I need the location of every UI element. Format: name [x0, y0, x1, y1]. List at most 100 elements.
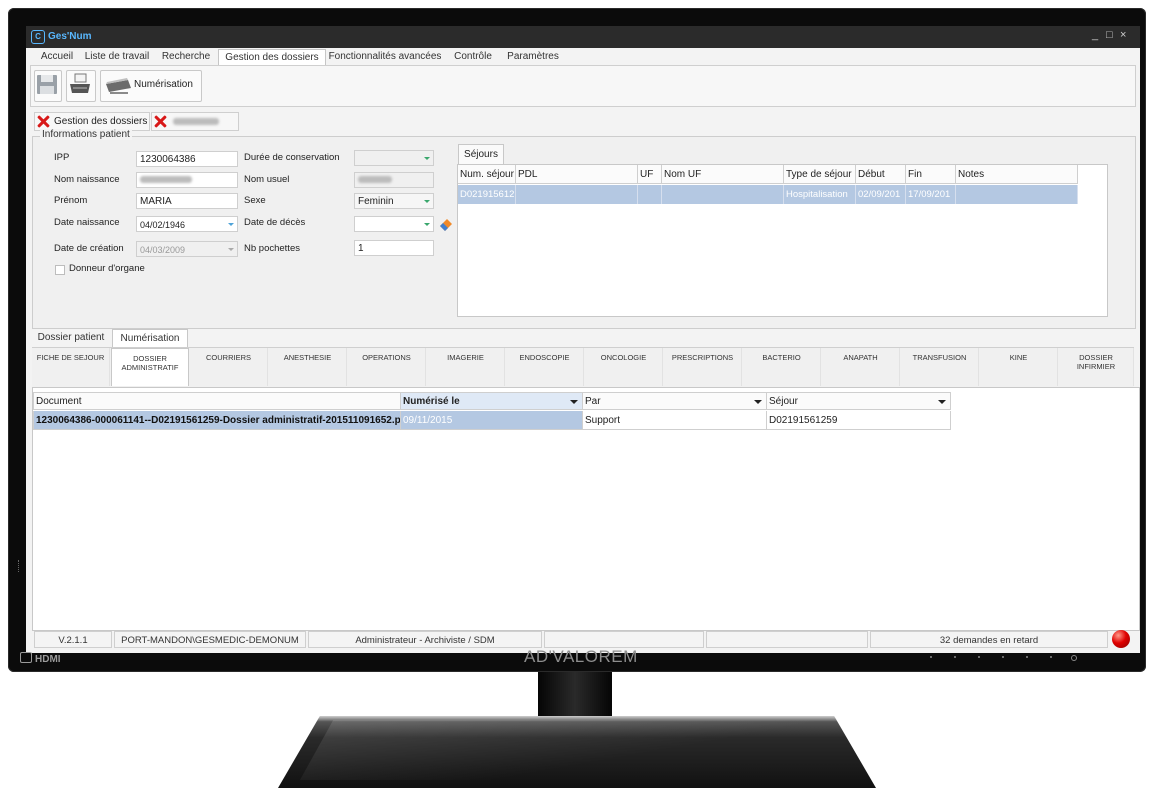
menu-tab-recherche[interactable]: Recherche: [158, 49, 214, 64]
nom-naissance-field[interactable]: [136, 172, 238, 188]
app-logo-icon: C: [31, 30, 45, 44]
date-creation-label: Date de création: [54, 243, 124, 254]
filter-dropdown-icon[interactable]: [754, 400, 762, 404]
sejours-col-type[interactable]: Type de séjour: [784, 165, 856, 184]
table-cell[interactable]: [638, 185, 662, 204]
cat-tab-anapath[interactable]: ANAPATH: [822, 348, 900, 386]
date-naissance-field[interactable]: 04/02/1946: [136, 216, 238, 232]
cat-tab-bacterio[interactable]: BACTERIO: [743, 348, 821, 386]
sejours-col-debut[interactable]: Début: [856, 165, 906, 184]
prenom-field[interactable]: MARIA: [136, 193, 238, 209]
tab-dossier-patient[interactable]: Dossier patient: [34, 329, 108, 347]
cat-tab-transfusion[interactable]: TRANSFUSION: [901, 348, 979, 386]
table-cell[interactable]: [662, 185, 784, 204]
numerisation-label: Numérisation: [134, 79, 193, 90]
monitor-button-dot[interactable]: [930, 656, 932, 658]
close-tab-icon[interactable]: [154, 115, 167, 128]
table-cell[interactable]: 17/09/201: [906, 185, 956, 204]
sejours-col-fin[interactable]: Fin: [906, 165, 956, 184]
menu-tab-liste-de-travail[interactable]: Liste de travail: [82, 49, 152, 64]
cat-tab-imagerie[interactable]: IMAGERIE: [427, 348, 505, 386]
status-late-requests[interactable]: 32 demandes en retard: [870, 631, 1108, 648]
sejours-col-notes[interactable]: Notes: [956, 165, 1078, 184]
cat-tab-dossier-administratif[interactable]: DOSSIER ADMINISTRATIF: [111, 348, 189, 386]
cat-tab-courriers[interactable]: COURRIERS: [190, 348, 268, 386]
hdmi-logo: HDMI: [20, 652, 61, 665]
dropdown-arrow-icon[interactable]: [424, 157, 430, 160]
doc-col-label: Séjour: [769, 396, 798, 407]
cat-tab-dossier-infirmier[interactable]: DOSSIER INFIRMIER: [1059, 348, 1134, 386]
floppy-disk-icon: [37, 75, 57, 94]
dropdown-arrow-icon[interactable]: [424, 200, 430, 203]
table-cell[interactable]: 02/09/201: [856, 185, 906, 204]
menu-tab-controle[interactable]: Contrôle: [448, 49, 498, 64]
menu-tab-accueil[interactable]: Accueil: [38, 49, 76, 64]
sejours-col-num-sejour[interactable]: Num. séjour: [458, 165, 516, 184]
ipp-field[interactable]: 1230064386: [136, 151, 238, 167]
monitor-button-dot[interactable]: [954, 656, 956, 658]
power-icon[interactable]: [1071, 655, 1077, 661]
prenom-label: Prénom: [54, 195, 88, 206]
filter-dropdown-icon[interactable]: [570, 400, 578, 404]
doc-col-numerise-le[interactable]: Numérisé le: [401, 392, 583, 410]
duree-conservation-select[interactable]: [354, 150, 434, 166]
print-button[interactable]: [66, 70, 96, 102]
cat-tab-endoscopie[interactable]: ENDOSCOPIE: [506, 348, 584, 386]
close-button[interactable]: ×: [1120, 29, 1126, 41]
monitor-button-dot[interactable]: [978, 656, 980, 658]
table-cell[interactable]: Hospitalisation: [784, 185, 856, 204]
cat-tab-oncologie[interactable]: ONCOLOGIE: [585, 348, 663, 386]
date-deces-field[interactable]: [354, 216, 434, 232]
menu-tab-gestion-des-dossiers[interactable]: Gestion des dossiers: [218, 49, 326, 65]
documents-grid: Document Numérisé le Par Séjour 12300643…: [32, 387, 1140, 631]
menu-tab-fonctionnalites-avancees[interactable]: Fonctionnalités avancées: [328, 49, 442, 64]
tab-sejours[interactable]: Séjours: [458, 144, 504, 164]
monitor-button-dot[interactable]: [1026, 656, 1028, 658]
minimize-button[interactable]: _: [1092, 29, 1098, 41]
cat-tab-fiche-de-sejour[interactable]: FICHE DE SEJOUR: [32, 348, 110, 386]
numerisation-button[interactable]: Numérisation: [100, 70, 202, 102]
save-button[interactable]: [34, 70, 62, 102]
sejours-col-uf[interactable]: UF: [638, 165, 662, 184]
nb-pochettes-field[interactable]: 1: [354, 240, 434, 256]
dropdown-arrow-icon[interactable]: [228, 223, 234, 226]
maximize-button[interactable]: □: [1106, 29, 1113, 41]
doc-col-document[interactable]: Document: [33, 392, 401, 410]
dropdown-arrow-icon: [228, 248, 234, 251]
duree-conservation-label: Durée de conservation: [244, 152, 340, 163]
monitor-button-dot[interactable]: [1050, 656, 1052, 658]
table-cell[interactable]: [956, 185, 1078, 204]
sexe-select[interactable]: Feminin: [354, 193, 434, 209]
doc-col-sejour[interactable]: Séjour: [767, 392, 951, 410]
doc-tab-patient[interactable]: [151, 112, 239, 131]
date-deces-label: Date de décès: [244, 217, 306, 228]
cat-tab-anesthesie[interactable]: ANESTHESIE: [269, 348, 347, 386]
cat-tab-operations[interactable]: OPERATIONS: [348, 348, 426, 386]
table-cell[interactable]: Support: [583, 411, 767, 430]
title-bar: C Ges'Num _ □ ×: [26, 26, 1140, 48]
close-tab-icon[interactable]: [37, 115, 50, 128]
doc-col-par[interactable]: Par: [583, 392, 767, 410]
sejours-col-nom-uf[interactable]: Nom UF: [662, 165, 784, 184]
alert-indicator-icon[interactable]: [1112, 630, 1130, 648]
menu-tab-parametres[interactable]: Paramètres: [502, 49, 564, 64]
tab-numerisation[interactable]: Numérisation: [112, 329, 188, 348]
doc-col-label: Numérisé le: [403, 396, 460, 407]
monitor-button-dot[interactable]: [1002, 656, 1004, 658]
sejours-col-pdl[interactable]: PDL: [516, 165, 638, 184]
table-cell[interactable]: D021915612: [458, 185, 516, 204]
filter-dropdown-icon[interactable]: [938, 400, 946, 404]
table-cell[interactable]: [516, 185, 638, 204]
table-row[interactable]: 1230064386-000061141--D02191561259-Dossi…: [33, 411, 401, 430]
dropdown-arrow-icon[interactable]: [424, 223, 430, 226]
eraser-icon[interactable]: [438, 216, 454, 232]
cat-tab-kine[interactable]: KINE: [980, 348, 1058, 386]
donneur-checkbox[interactable]: [55, 265, 65, 275]
table-cell[interactable]: D02191561259: [767, 411, 951, 430]
doc-col-label: Par: [585, 396, 601, 407]
table-cell[interactable]: 09/11/2015: [401, 411, 583, 430]
nom-usuel-field[interactable]: [354, 172, 434, 188]
sexe-value: Feminin: [358, 196, 394, 207]
cat-tab-prescriptions[interactable]: PRESCRIPTIONS: [664, 348, 742, 386]
status-version: V.2.1.1: [34, 631, 112, 648]
